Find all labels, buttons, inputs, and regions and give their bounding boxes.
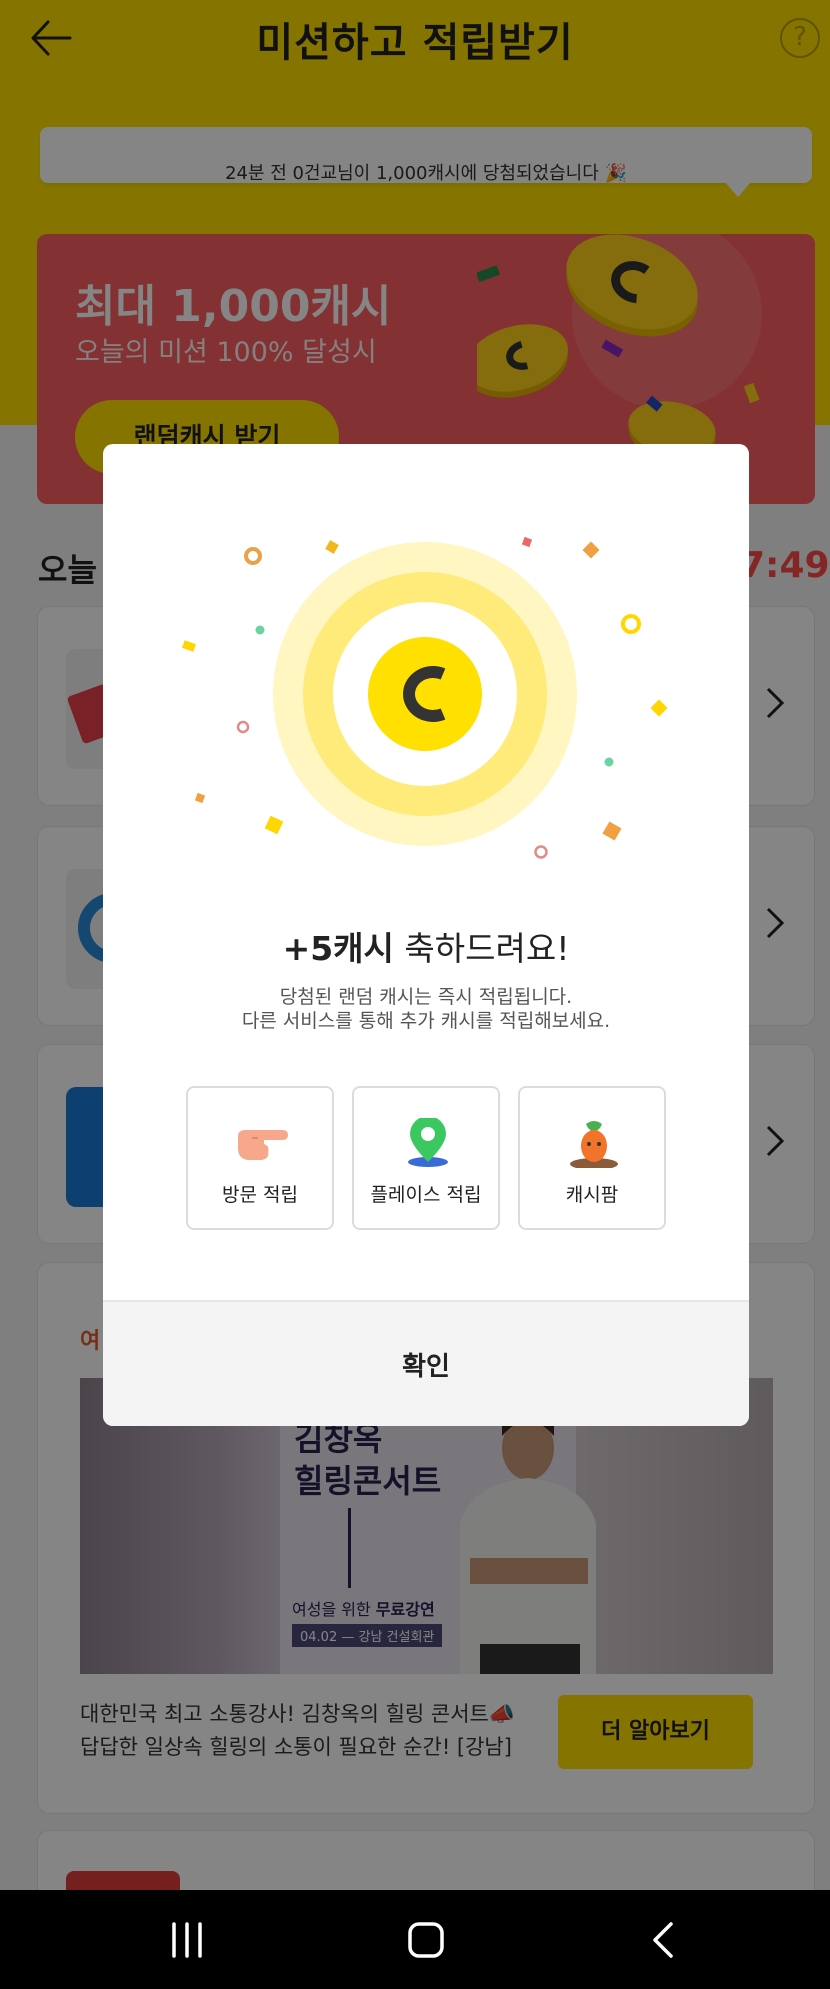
home-icon[interactable] — [401, 1918, 451, 1962]
reward-description: 당첨된 랜덤 캐시는 즉시 적립됩니다. 다른 서비스를 통해 추가 캐시를 적… — [103, 985, 749, 1033]
recent-apps-icon[interactable] — [162, 1918, 212, 1962]
visit-reward-label: 방문 적립 — [222, 1184, 298, 1206]
cash-farm-label: 캐시팜 — [565, 1184, 619, 1206]
visit-reward-option[interactable]: 방문 적립 — [186, 1086, 334, 1230]
place-reward-label: 플레이스 적립 — [370, 1184, 482, 1206]
reward-amount: +5캐시 — [282, 929, 394, 968]
pointing-hand-icon — [238, 1130, 288, 1160]
nav-back-icon[interactable] — [641, 1918, 691, 1962]
reward-options: 방문 적립 플레이스 적립 캐시팜 — [186, 1086, 666, 1230]
reward-description-line: 당첨된 랜덤 캐시는 즉시 적립됩니다. — [279, 986, 573, 1008]
reward-title: +5캐시 축하드려요! — [103, 922, 749, 970]
reward-modal: +5캐시 축하드려요! 당첨된 랜덤 캐시는 즉시 적립됩니다. 다른 서비스를… — [103, 444, 749, 1426]
map-pin-icon — [408, 1118, 448, 1167]
confirm-button[interactable]: 확인 — [103, 1300, 749, 1426]
confirm-label: 확인 — [402, 1352, 450, 1382]
place-reward-option[interactable]: 플레이스 적립 — [352, 1086, 500, 1230]
reward-message: 축하드려요! — [393, 929, 570, 968]
coin-celebration-illustration — [181, 536, 668, 859]
reward-description-line: 다른 서비스를 통해 추가 캐시를 적립해보세요. — [241, 1010, 611, 1032]
cash-farm-option[interactable]: 캐시팜 — [518, 1086, 666, 1230]
carrot-icon — [570, 1121, 618, 1168]
system-nav-bar — [0, 1890, 830, 1989]
